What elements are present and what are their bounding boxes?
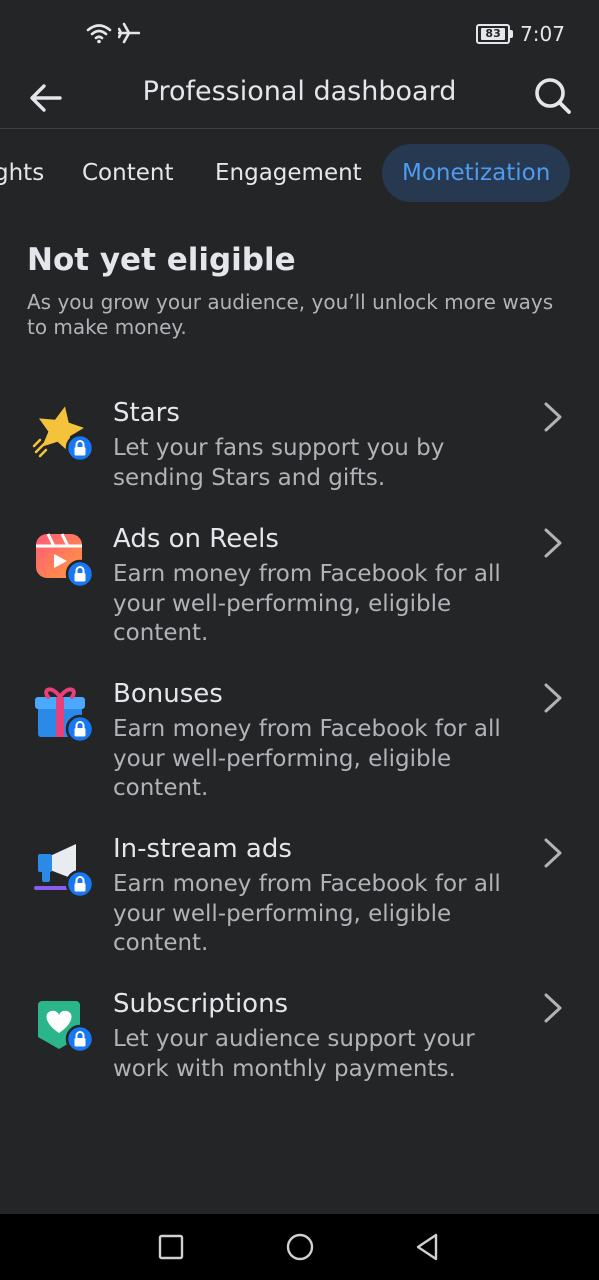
section-title: Not yet eligible — [27, 242, 296, 278]
item-title: In-stream ads — [113, 834, 292, 864]
item-title: Bonuses — [113, 679, 223, 709]
section-subtitle: As you grow your audience, you’ll unlock… — [27, 290, 554, 339]
clock: 7:07 — [520, 22, 565, 46]
chevron-right-icon[interactable] — [538, 681, 568, 715]
status-bar: 83 7:07 — [0, 0, 599, 70]
battery-indicator: 83 — [476, 24, 514, 44]
star-icon — [32, 406, 94, 463]
reels-icon — [36, 533, 94, 589]
airplane-icon — [118, 22, 140, 44]
page-title: Professional dashboard — [142, 76, 457, 107]
item-description: Earn money from Facebook for all your we… — [113, 561, 501, 646]
item-title: Stars — [113, 398, 180, 428]
item-description: Earn money from Facebook for all your we… — [113, 871, 501, 956]
recents-square-icon[interactable] — [154, 1230, 188, 1264]
tab-engagement[interactable]: Engagement — [215, 144, 362, 202]
item-description: Let your audience support your work with… — [113, 1026, 475, 1082]
back-triangle-icon[interactable] — [410, 1230, 444, 1264]
tab-bar: ghts Content Engagement Monetization — [0, 144, 599, 204]
item-title: Ads on Reels — [113, 524, 279, 554]
tab-insights[interactable]: ghts — [0, 144, 44, 202]
chevron-right-icon[interactable] — [538, 991, 568, 1025]
search-icon[interactable] — [531, 74, 575, 118]
tab-monetization[interactable]: Monetization — [382, 144, 571, 202]
app-header: Professional dashboard — [0, 70, 599, 129]
gift-icon — [35, 687, 94, 744]
item-description: Let your fans support you by sending Sta… — [113, 435, 445, 491]
wifi-icon — [86, 24, 112, 44]
megaphone-icon — [34, 844, 94, 899]
heart-badge-icon — [38, 1001, 94, 1054]
item-title: Subscriptions — [113, 989, 289, 1019]
chevron-right-icon[interactable] — [538, 526, 568, 560]
home-circle-icon[interactable] — [283, 1230, 317, 1264]
chevron-right-icon[interactable] — [538, 836, 568, 870]
item-description: Earn money from Facebook for all your we… — [113, 716, 501, 801]
system-nav-bar — [0, 1214, 599, 1280]
tab-content[interactable]: Content — [82, 144, 173, 202]
chevron-right-icon[interactable] — [538, 400, 568, 434]
